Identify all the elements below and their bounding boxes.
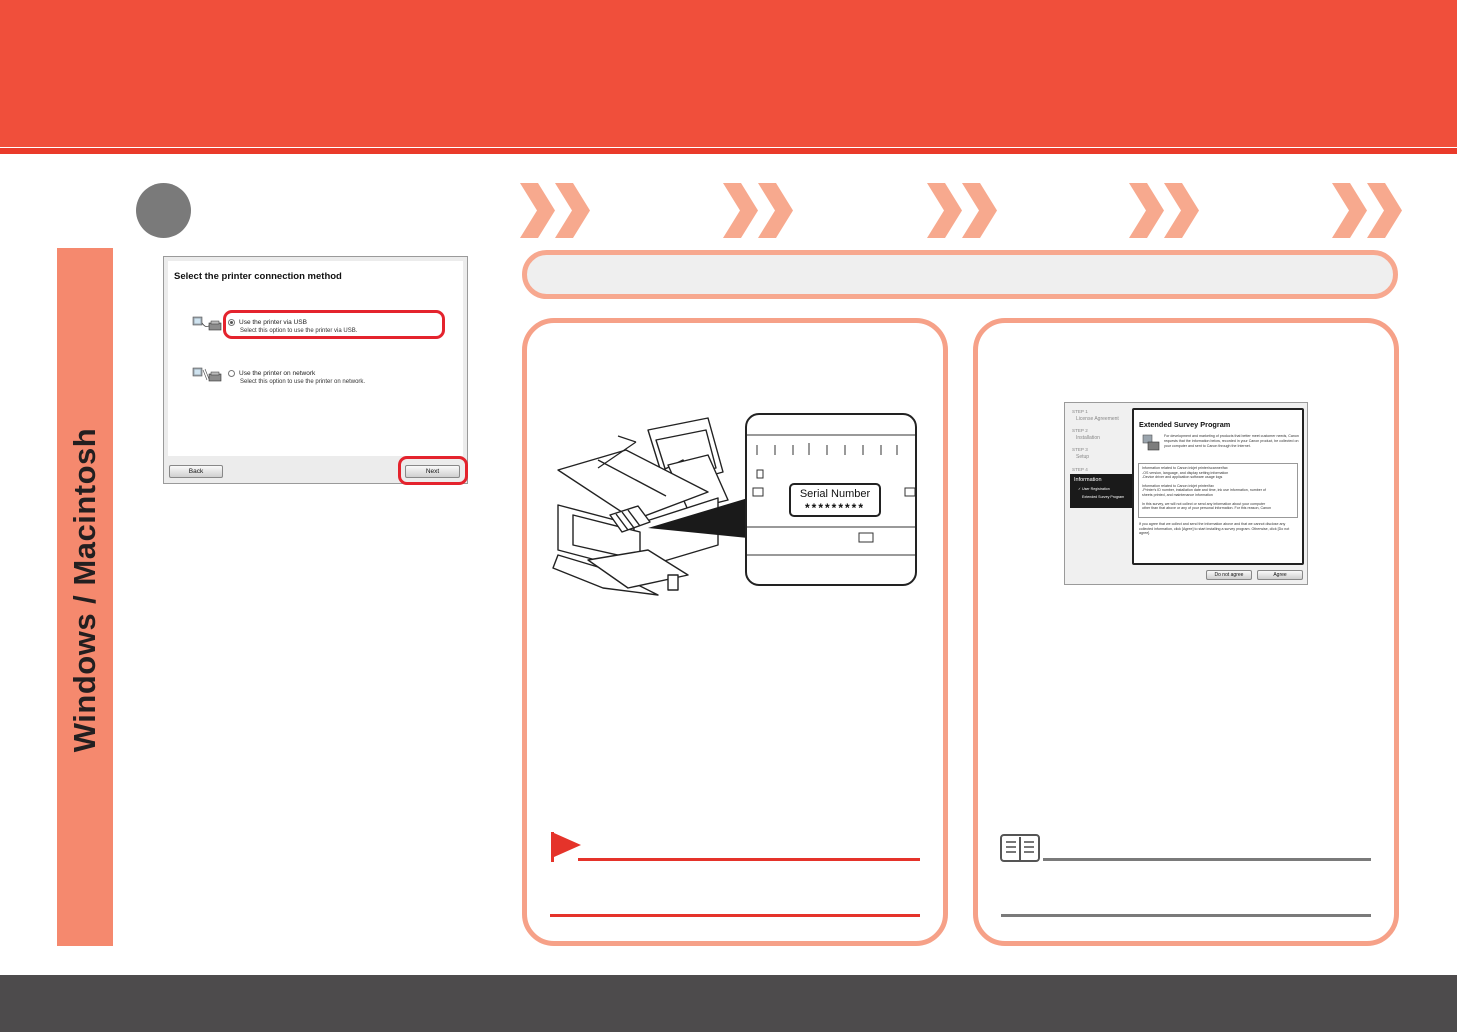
serial-number-value: ********* — [804, 501, 866, 515]
important-bottom-rule — [550, 914, 920, 917]
survey-title: Extended Survey Program — [1139, 420, 1231, 429]
footer-band — [0, 975, 1457, 1032]
serial-number-label: Serial Number ********* — [789, 483, 881, 517]
survey-info-list[interactable]: Information related to Canon inkjet prin… — [1138, 463, 1298, 518]
important-top-rule — [578, 858, 920, 861]
manual-page: Windows / Macintosh Select the printer c… — [0, 0, 1457, 1032]
substep-extended-survey: Extended Survey Program — [1082, 495, 1125, 499]
survey-intro: For development and marketing of product… — [1164, 434, 1299, 448]
step-chevron-5 — [1332, 183, 1402, 238]
survey-content: Extended Survey Program For development … — [1132, 408, 1304, 565]
os-side-tab-label: Windows / Macintosh — [67, 427, 102, 753]
step-3-label: STEP 3 — [1072, 447, 1088, 452]
connection-method-dialog: Select the printer connection method Use… — [163, 256, 468, 485]
substep-user-registration: ✓ User Registration — [1078, 487, 1110, 491]
note-bottom-rule — [1001, 914, 1371, 917]
serial-number-title: Serial Number — [799, 488, 871, 500]
survey-outro: If you agree that we collect and send th… — [1139, 522, 1290, 536]
dialog-title: Select the printer connection method — [174, 271, 342, 282]
os-side-tab: Windows / Macintosh — [57, 248, 113, 946]
header-band — [0, 0, 1457, 147]
network-option-label: Use the printer on network — [239, 370, 316, 378]
info-line: other than that above or any of your per… — [1142, 506, 1272, 511]
network-option-description: Select this option to use the printer on… — [240, 379, 366, 386]
step-chevron-1 — [520, 183, 590, 238]
step-2-label: STEP 2 — [1072, 428, 1088, 433]
step-information: Information — [1074, 477, 1102, 483]
survey-printer-icon — [1142, 434, 1160, 451]
step-installation: Installation — [1076, 435, 1100, 441]
network-option[interactable]: Use the printer on network Select this o… — [228, 370, 365, 385]
step-chevron-4 — [1129, 183, 1199, 238]
step-setup: Setup — [1076, 454, 1090, 460]
note-book-icon — [1000, 834, 1040, 862]
network-connection-icon — [192, 367, 222, 382]
note-top-rule — [1043, 858, 1371, 861]
step-license: License Agreement — [1076, 416, 1119, 422]
header-rule — [0, 148, 1457, 154]
active-step: Information ✓ User Registration Extended… — [1070, 474, 1133, 508]
step-chevron-3 — [927, 183, 997, 238]
step-number-circle — [136, 183, 191, 238]
serial-number-callout: Serial Number ********* — [745, 413, 917, 586]
back-button[interactable]: Back — [169, 465, 223, 478]
step-1-label: STEP 1 — [1072, 409, 1088, 414]
usb-option-highlight — [223, 310, 445, 339]
agree-button[interactable]: Agree — [1257, 570, 1303, 580]
info-bar — [522, 250, 1398, 299]
step-chevron-2 — [723, 183, 793, 238]
network-radio[interactable] — [228, 370, 235, 377]
step-4-label: STEP 4 — [1072, 467, 1088, 472]
usb-connection-icon — [192, 316, 222, 331]
next-button-highlight — [398, 456, 468, 485]
do-not-agree-button[interactable]: Do not agree — [1206, 570, 1252, 580]
extended-survey-dialog: STEP 1 License Agreement STEP 2 Installa… — [1064, 402, 1308, 585]
